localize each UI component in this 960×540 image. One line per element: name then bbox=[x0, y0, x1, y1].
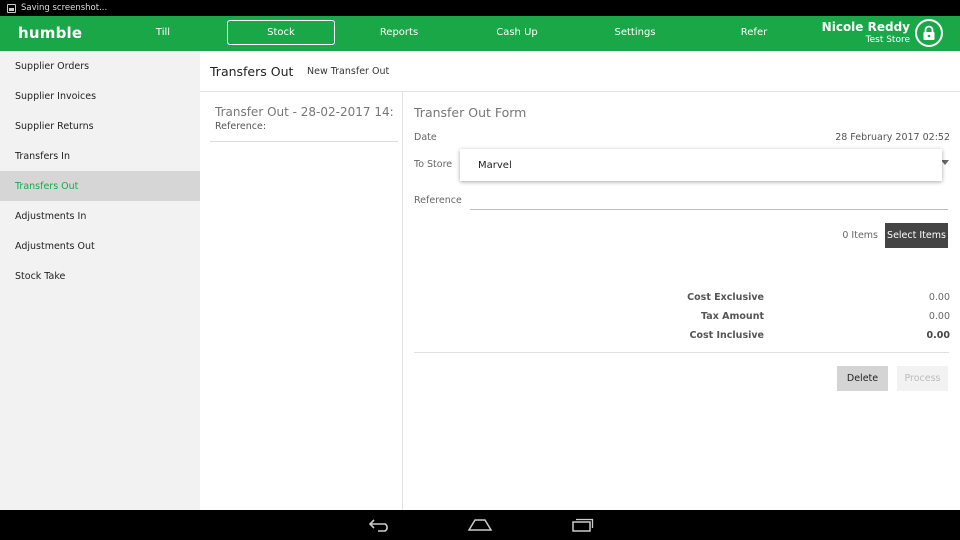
user-block[interactable]: Nicole Reddy Test Store bbox=[822, 20, 910, 45]
delete-button[interactable]: Delete bbox=[837, 366, 888, 391]
nav-settings[interactable]: Settings bbox=[581, 20, 689, 45]
tax-amount-value: 0.00 bbox=[928, 311, 950, 322]
recents-icon bbox=[572, 518, 594, 532]
lock-button[interactable] bbox=[915, 19, 943, 47]
sidebar-item-transfers-in[interactable]: Transfers In bbox=[0, 141, 200, 171]
cost-inclusive-value: 0.00 bbox=[926, 330, 950, 341]
to-store-dropdown-option[interactable]: Marvel bbox=[460, 149, 942, 181]
new-transfer-out-link[interactable]: New Transfer Out bbox=[307, 66, 389, 77]
items-count: 0 Items bbox=[842, 230, 878, 241]
nav-reports[interactable]: Reports bbox=[345, 20, 453, 45]
list-item-title: Transfer Out - 28-02-2017 14:5 bbox=[215, 105, 393, 119]
tax-amount-label: Tax Amount bbox=[701, 311, 764, 322]
select-items-button[interactable]: Select Items bbox=[885, 223, 948, 248]
cost-inclusive-label: Cost Inclusive bbox=[689, 330, 765, 341]
date-label: Date bbox=[414, 132, 437, 143]
home-button[interactable] bbox=[465, 515, 495, 535]
list-item[interactable]: Transfer Out - 28-02-2017 14:5 Reference… bbox=[210, 105, 398, 142]
process-button[interactable]: Process bbox=[897, 366, 948, 391]
cost-exclusive-label: Cost Exclusive bbox=[687, 292, 764, 303]
status-text: Saving screenshot... bbox=[21, 3, 108, 13]
list-item-reference: Reference: bbox=[215, 121, 267, 132]
reference-input[interactable] bbox=[470, 193, 948, 210]
nav-cash-up[interactable]: Cash Up bbox=[463, 20, 571, 45]
date-value[interactable]: 28 February 2017 02:52 bbox=[835, 132, 950, 143]
nav-stock[interactable]: Stock bbox=[227, 20, 335, 45]
sidebar-item-supplier-invoices[interactable]: Supplier Invoices bbox=[0, 81, 200, 111]
brand-logo: humble bbox=[18, 24, 83, 42]
home-icon bbox=[467, 519, 493, 531]
sidebar-item-supplier-returns[interactable]: Supplier Returns bbox=[0, 111, 200, 141]
chevron-down-icon[interactable] bbox=[941, 160, 949, 165]
sidebar: Supplier Orders Supplier Invoices Suppli… bbox=[0, 51, 200, 510]
sidebar-item-adjustments-in[interactable]: Adjustments In bbox=[0, 201, 200, 231]
system-nav-bar bbox=[0, 510, 960, 540]
nav-refer[interactable]: Refer bbox=[700, 20, 808, 45]
top-nav: humble Till Stock Reports Cash Up Settin… bbox=[0, 16, 960, 51]
back-button[interactable] bbox=[365, 515, 395, 535]
sidebar-item-transfers-out[interactable]: Transfers Out bbox=[0, 171, 200, 201]
store-name: Test Store bbox=[865, 35, 910, 45]
recents-button[interactable] bbox=[567, 515, 597, 535]
totals-divider bbox=[414, 352, 949, 353]
screenshot-icon bbox=[7, 3, 16, 13]
status-bar: Saving screenshot... bbox=[0, 0, 960, 16]
form-title: Transfer Out Form bbox=[414, 105, 527, 120]
back-icon bbox=[368, 519, 388, 532]
main-content: Transfers Out New Transfer Out Transfer … bbox=[200, 51, 960, 510]
reference-label: Reference bbox=[414, 195, 462, 206]
lock-icon bbox=[923, 25, 935, 40]
sidebar-item-stock-take[interactable]: Stock Take bbox=[0, 261, 200, 291]
content-header: Transfers Out New Transfer Out bbox=[200, 51, 960, 92]
sidebar-item-supplier-orders[interactable]: Supplier Orders bbox=[0, 51, 200, 81]
user-name: Nicole Reddy bbox=[821, 20, 910, 34]
transfer-list: Transfer Out - 28-02-2017 14:5 Reference… bbox=[200, 92, 403, 510]
to-store-label: To Store bbox=[414, 159, 453, 170]
page-title: Transfers Out bbox=[210, 64, 294, 79]
cost-exclusive-value: 0.00 bbox=[928, 292, 950, 303]
sidebar-item-adjustments-out[interactable]: Adjustments Out bbox=[0, 231, 200, 261]
transfer-out-form: Transfer Out Form Date 28 February 2017 … bbox=[404, 92, 960, 510]
nav-till[interactable]: Till bbox=[109, 20, 217, 45]
